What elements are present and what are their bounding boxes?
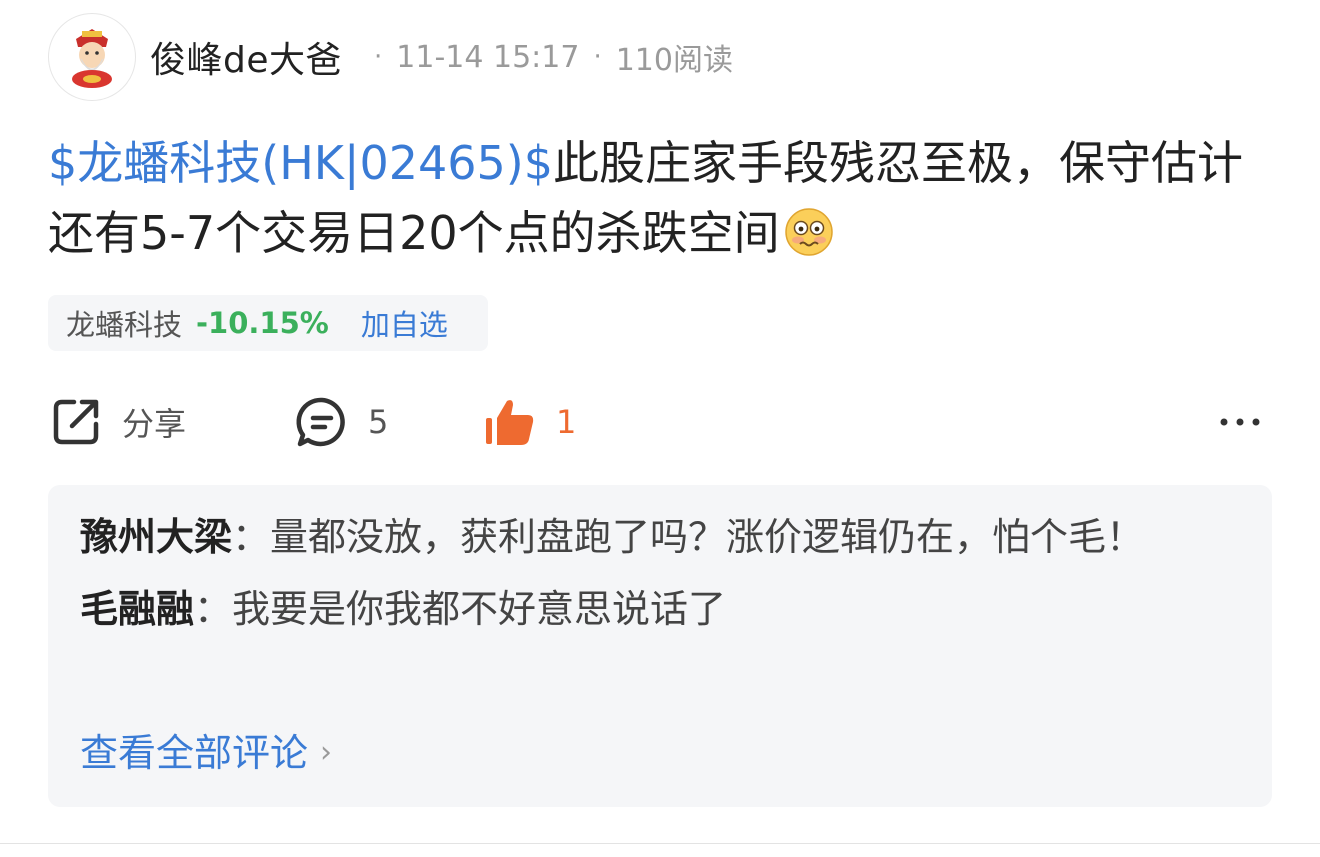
comments-preview: 豫州大梁：量都没放，获利盘跑了吗？涨价逻辑仍在，怕个毛！ 毛融融：我要是你我都不… [48,485,1272,807]
comment-button[interactable]: 5 [294,390,388,454]
comment-count: 5 [368,403,389,441]
anxious-face-icon [784,208,833,256]
share-icon [53,399,99,445]
share-label: 分享 [122,405,187,443]
stock-chip-name[interactable]: 龙蟠科技 [66,302,182,344]
comment-item[interactable]: 豫州大梁：量都没放，获利盘跑了吗？涨价逻辑仍在，怕个毛！ [80,507,1240,567]
post-meta: · 11-14 15:17 · 110阅读 [360,35,733,79]
feed-post: 俊峰de大爸 · 11-14 15:17 · 110阅读 $龙蟠科技(HK|02… [0,0,1320,843]
comment-item[interactable]: 毛融融：我要是你我都不好意思说话了 [80,579,1240,639]
post-time: 11-14 15:17 [396,39,580,75]
stock-tag-link[interactable]: $龙蟠科技(HK|02465)$ [48,136,553,190]
comment-separator: ： [232,515,271,559]
thumbs-up-icon [486,400,534,445]
like-button[interactable]: 1 [482,390,576,454]
post-header: 俊峰de大爸 · 11-14 15:17 · 110阅读 [48,12,733,102]
divider [0,843,1320,844]
add-to-watchlist-button[interactable]: 加自选 [361,302,448,344]
post-actions: 分享 5 1 [48,390,1276,454]
view-all-comments-link[interactable]: 查看全部评论 › [80,723,332,783]
fortune-god-avatar-icon [72,29,112,88]
comment-separator: ： [194,587,233,631]
comment-author[interactable]: 豫州大梁 [80,515,232,559]
chevron-right-icon: › [320,735,333,770]
post-body: $龙蟠科技(HK|02465)$此股庄家手段残忍至极，保守估计还有5-7个交易日… [48,128,1268,268]
stock-chip-change: -10.15% [196,306,329,340]
view-all-comments-label: 查看全部评论 [80,731,309,775]
comment-icon [296,397,345,447]
comment-text: 我要是你我都不好意思说话了 [232,587,727,631]
comment-text: 量都没放，获利盘跑了吗？涨价逻辑仍在，怕个毛！ [270,515,1145,559]
author-name[interactable]: 俊峰de大爸 [150,31,342,83]
meta-separator-dot: · [593,42,602,72]
share-button[interactable]: 分享 [48,390,186,454]
avatar[interactable] [48,13,136,101]
more-options-button[interactable] [1216,390,1264,454]
stock-chip[interactable]: 龙蟠科技 -10.15% 加自选 [48,295,488,351]
comment-author[interactable]: 毛融融 [80,587,194,631]
read-count: 110阅读 [615,43,733,78]
more-icon [1220,418,1260,426]
meta-separator-dot: · [374,42,383,72]
like-count: 1 [556,403,577,441]
